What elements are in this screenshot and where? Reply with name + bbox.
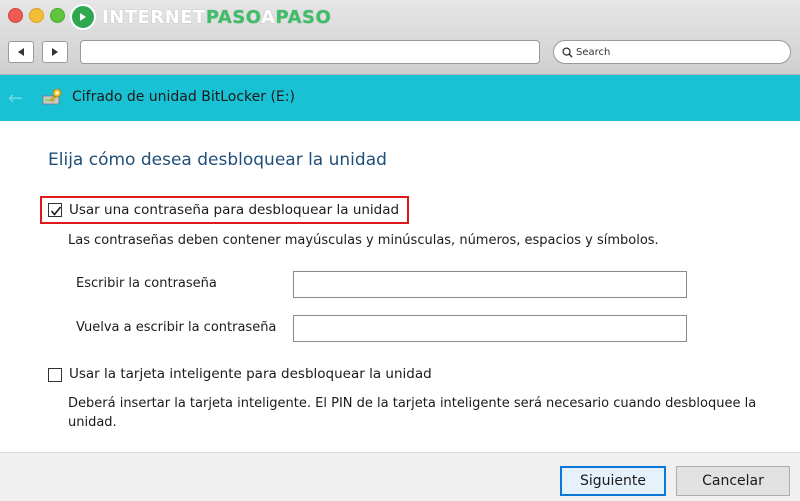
left-arrow-icon xyxy=(18,48,24,56)
page-heading: Elija cómo desea desbloquear la unidad xyxy=(48,150,387,170)
bitlocker-icon xyxy=(42,88,62,105)
window-back-arrow-icon[interactable]: ← xyxy=(8,88,23,109)
logo-text: INTERNETPASOAPASO xyxy=(102,6,332,28)
enter-password-field[interactable] xyxy=(293,271,687,298)
search-input[interactable] xyxy=(576,46,766,58)
smartcard-checkbox[interactable] xyxy=(48,368,62,382)
forward-button[interactable] xyxy=(42,41,68,63)
enter-password-label: Escribir la contraseña xyxy=(76,276,217,291)
cancel-button[interactable]: Cancelar xyxy=(676,466,790,496)
window-title: Cifrado de unidad BitLocker (E:) xyxy=(72,89,295,105)
address-bar[interactable] xyxy=(80,40,540,64)
reenter-password-label: Vuelva a escribir la contraseña xyxy=(76,320,277,335)
maximize-window-button[interactable] xyxy=(50,8,65,23)
window-controls xyxy=(8,8,65,23)
site-logo: INTERNETPASOAPASO xyxy=(70,3,331,31)
back-button[interactable] xyxy=(8,41,34,63)
reenter-password-field[interactable] xyxy=(293,315,687,342)
minimize-window-button[interactable] xyxy=(29,8,44,23)
window-header: ← Cifrado de unidad BitLocker (E:) xyxy=(0,75,800,121)
checkmark-icon xyxy=(50,206,62,216)
search-box[interactable] xyxy=(553,40,791,64)
logo-icon xyxy=(70,4,96,30)
next-button[interactable]: Siguiente xyxy=(560,466,666,496)
smartcard-description: Deberá insertar la tarjeta inteligente. … xyxy=(68,396,757,430)
password-description: Las contraseñas deben contener mayúscula… xyxy=(68,233,659,248)
password-checkbox[interactable] xyxy=(48,203,62,217)
right-arrow-icon xyxy=(52,48,58,56)
browser-chrome: INTERNETPASOAPASO xyxy=(0,0,800,75)
search-icon xyxy=(562,46,573,58)
close-window-button[interactable] xyxy=(8,8,23,23)
password-option-label[interactable]: Usar una contraseña para desbloquear la … xyxy=(69,202,399,218)
dialog-footer: Siguiente Cancelar xyxy=(0,452,800,501)
smartcard-option-label[interactable]: Usar la tarjeta inteligente para desbloq… xyxy=(69,366,432,382)
